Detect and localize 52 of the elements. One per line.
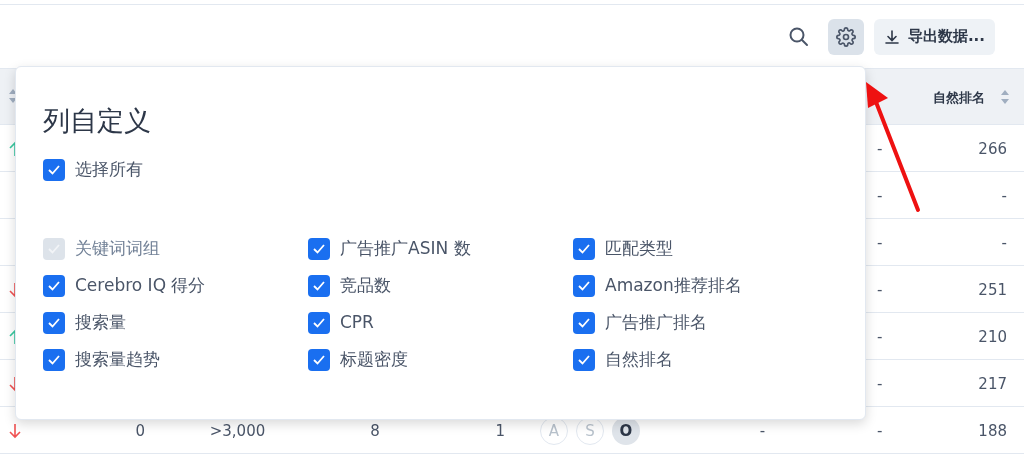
checkbox-label: 选择所有 [75,157,143,181]
checkbox-label: Cerebro IQ 得分 [75,273,206,297]
checkbox-label: 搜索量 [75,310,126,334]
table-cell-text: - [877,280,884,301]
checkbox[interactable] [573,237,595,260]
checkbox[interactable] [308,311,330,334]
settings-button[interactable] [827,18,864,55]
checkbox[interactable] [43,348,65,371]
table-cell-text: - [877,139,884,160]
checkbox[interactable] [43,158,65,181]
checkbox-label: 搜索量趋势 [75,347,160,371]
table-cell-text: 8 [369,421,381,442]
table-cell-text: 217 [978,374,1007,395]
checkbox[interactable] [308,237,330,260]
checkbox[interactable] [308,348,330,371]
settings-icon [835,26,856,47]
table-cell-text: - [877,421,884,442]
table-cell-text: - [877,233,884,254]
checkbox[interactable] [43,311,65,334]
popup-title: 列自定义 [43,104,151,138]
checkbox-label: 标题密度 [340,347,408,371]
checkbox[interactable] [573,311,595,334]
table-cell-text: 266 [978,139,1007,160]
table-cell-text: 1 [494,421,505,442]
checkbox-label: CPR [340,310,374,334]
table-cell-text: - [877,374,884,395]
checkbox-label: 匹配类型 [605,236,673,260]
table-cell-text: 210 [978,327,1007,348]
checkbox-label: 竞品数 [340,273,391,297]
table-cell-text: 251 [978,280,1007,301]
table-cell-text: 0 [134,421,145,442]
table-cell-text: 188 [978,421,1007,442]
checkbox-label: 关键词词组 [75,236,160,260]
table-cell-text: >3,000 [208,421,267,442]
export-button[interactable]: 导出数据... [873,18,995,55]
download-icon [883,28,900,45]
checkbox-label: 自然排名 [605,347,673,371]
checkbox-label: 广告推广ASIN 数 [340,236,471,260]
column-header[interactable]: 自然排名 [933,88,985,108]
table-cell-text: - [1001,186,1007,207]
table-cell-text: - [877,186,884,207]
checkbox-label: 广告推广排名 [605,310,707,334]
table-cell-text: - [1001,233,1007,254]
checkbox[interactable] [308,274,330,297]
checkbox[interactable] [573,348,595,371]
checkbox[interactable] [573,274,595,297]
table-cell-text: - [758,421,767,442]
sort-icon[interactable] [9,89,17,103]
table-cell-text: - [877,327,884,348]
checkbox-label: Amazon推荐排名 [605,273,742,297]
search-icon[interactable] [787,25,810,48]
checkbox[interactable] [43,274,65,297]
